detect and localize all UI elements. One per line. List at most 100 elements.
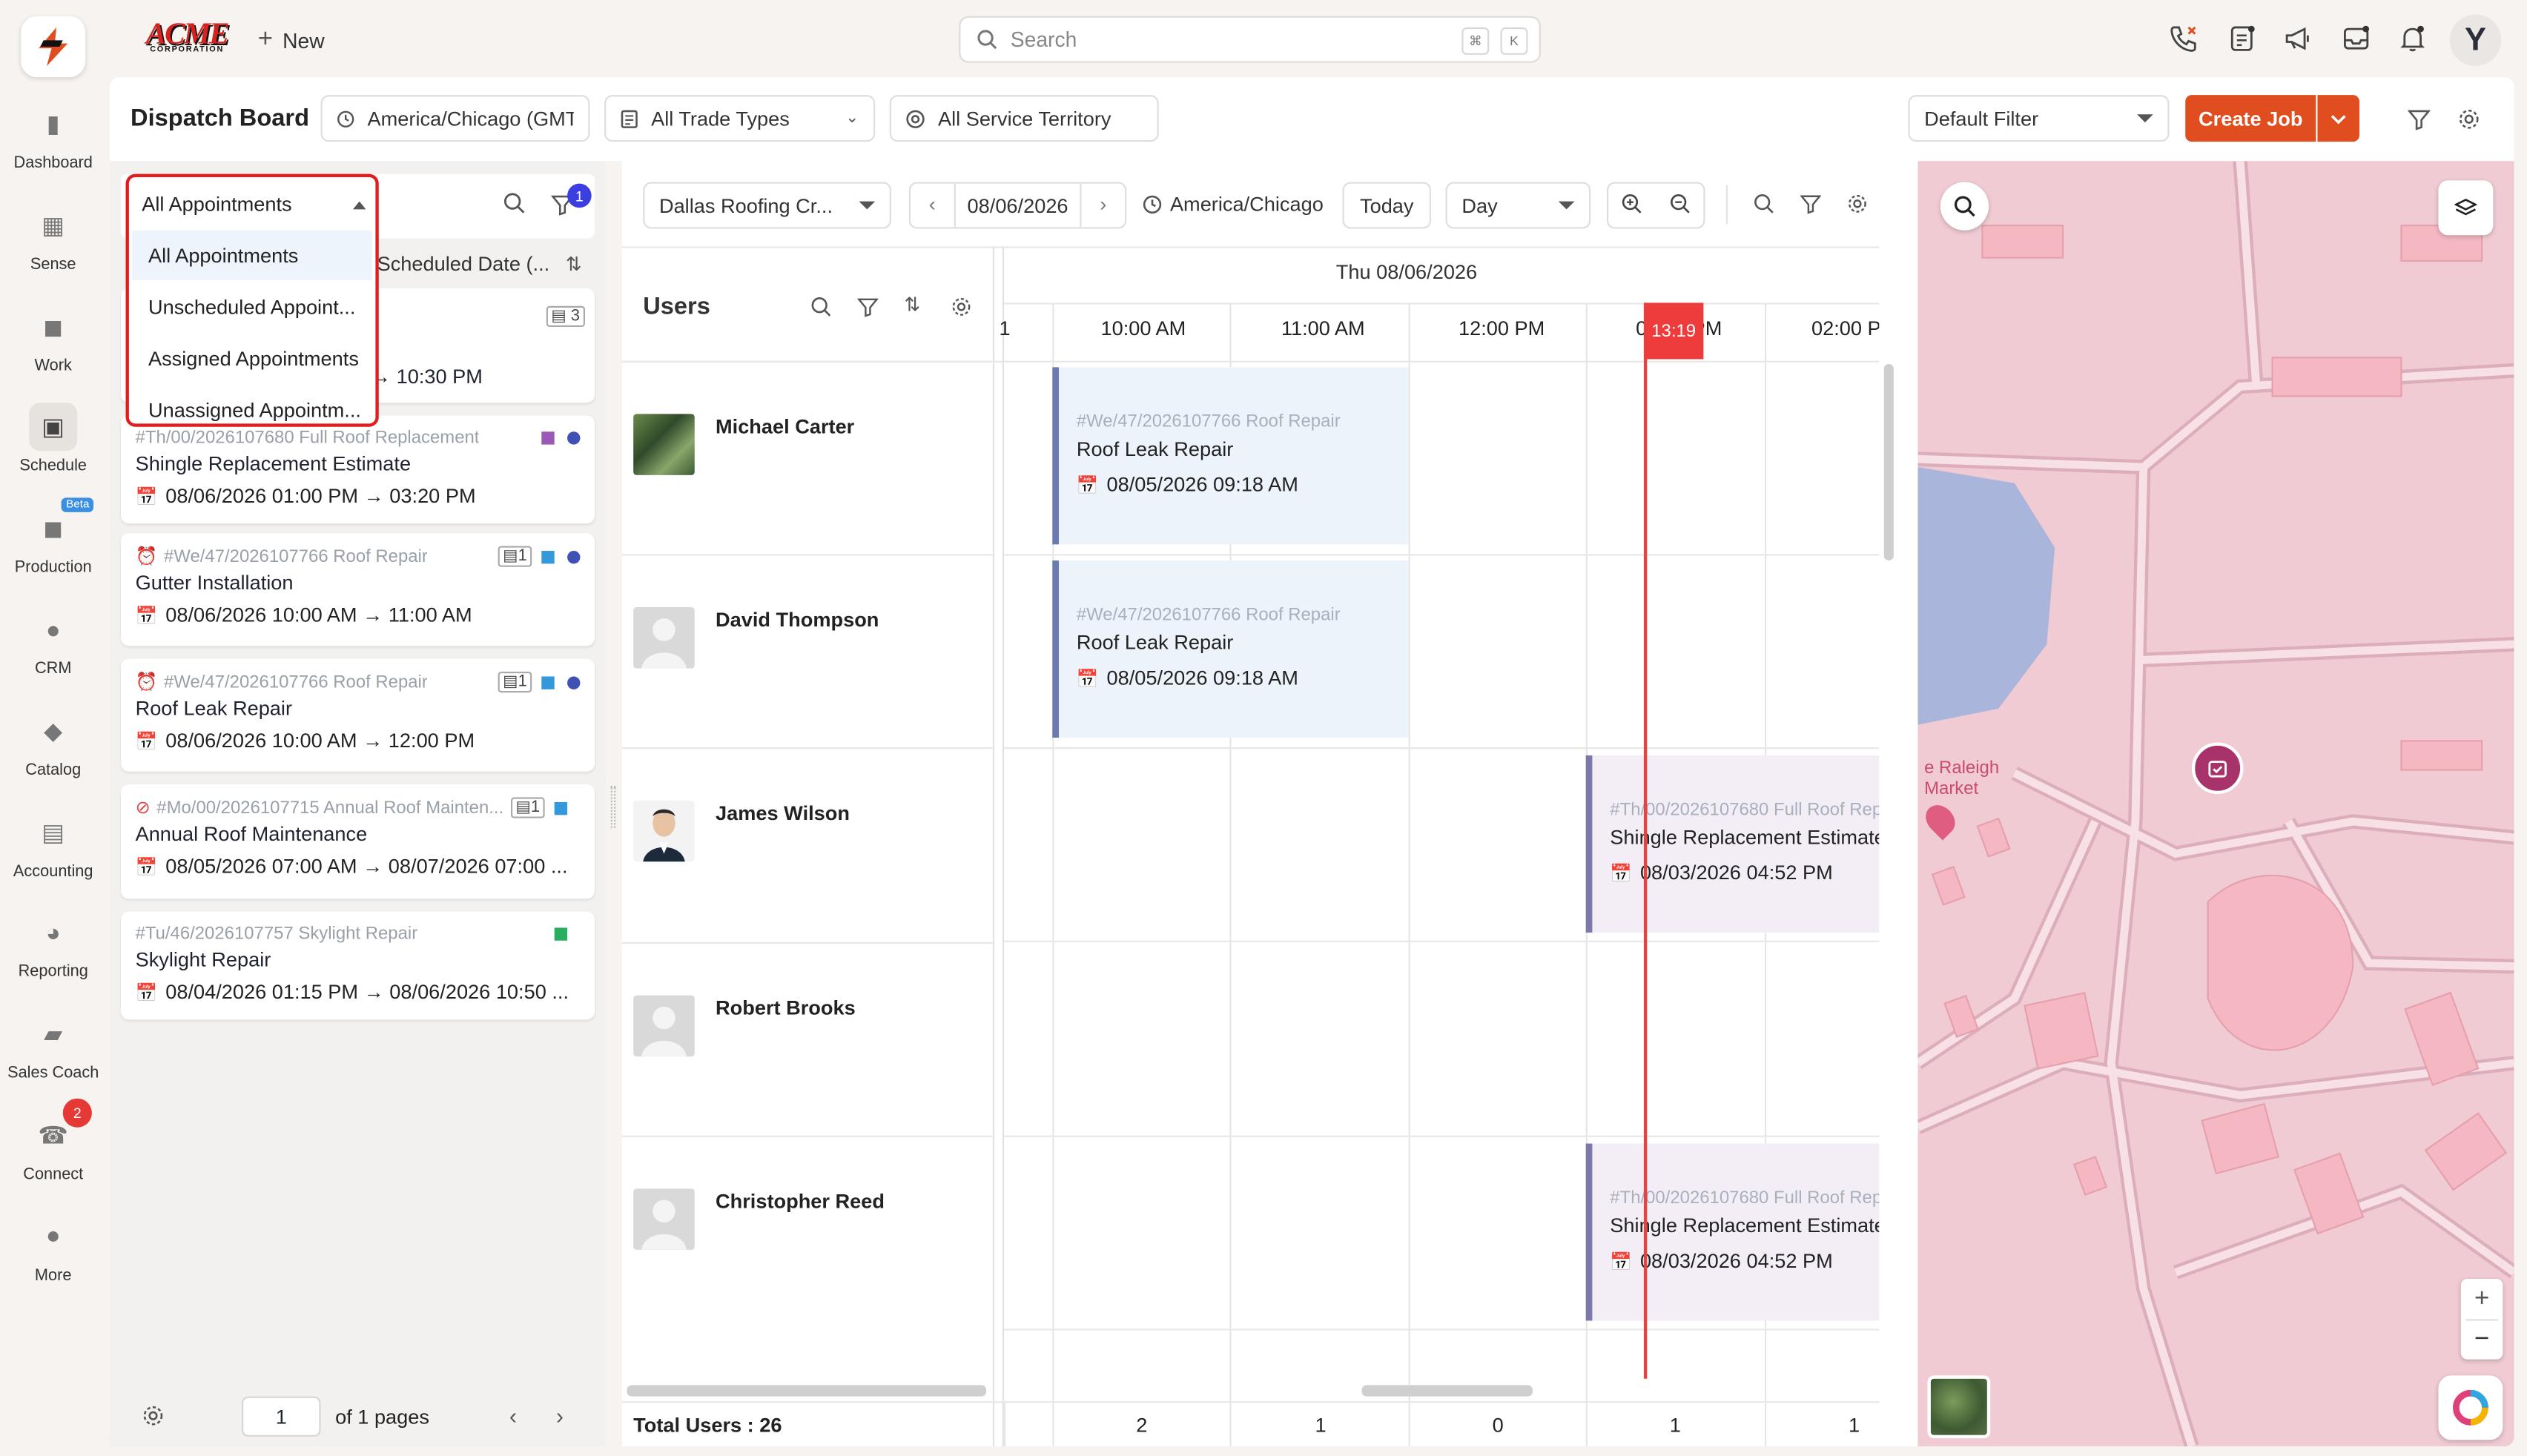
filter-icon[interactable] xyxy=(856,297,879,325)
schedule-appointment[interactable]: #Th/00/2026107680 Full Roof Rep Shingle R… xyxy=(1585,755,1880,933)
sidebar-item-crm[interactable]: ● CRM xyxy=(0,606,106,678)
prev-day-icon[interactable]: ‹ xyxy=(911,183,956,228)
default-filter-select[interactable]: Default Filter xyxy=(1908,95,2170,142)
brand-logo: ACME CORPORATION xyxy=(145,17,230,55)
map-view[interactable]: e Raleigh Market + − xyxy=(1917,161,2514,1446)
sidebar-item-work[interactable]: ◼ Work xyxy=(0,302,106,375)
clock-icon xyxy=(1143,195,1162,214)
crew-select[interactable]: Dallas Roofing Cr... xyxy=(643,182,891,229)
sidebar-item-reporting[interactable]: ◕ Reporting xyxy=(0,909,106,982)
sort-select[interactable]: Scheduled Date (... ⇅ xyxy=(377,253,593,275)
sidebar-item-schedule[interactable]: ▣ Schedule xyxy=(0,403,106,476)
splitter[interactable] xyxy=(606,161,622,1446)
sidebar-item-more[interactable]: ● More xyxy=(0,1213,106,1285)
next-day-icon[interactable]: › xyxy=(1080,183,1125,228)
tasks-icon[interactable] xyxy=(2226,22,2258,54)
phone-missed-icon[interactable] xyxy=(2167,22,2199,54)
notes-count: ▤ 3 xyxy=(546,305,585,328)
zoom-in-icon[interactable] xyxy=(1622,193,1642,219)
job-reference: #Th/00/2026107680 Full Roof Rep xyxy=(1610,800,1880,820)
user-row[interactable]: Robert Brooks xyxy=(621,942,993,1137)
megaphone-icon[interactable] xyxy=(2282,22,2314,54)
appointment-card[interactable]: #Th/00/2026107680 Full Roof Replacement S… xyxy=(121,415,595,524)
appointment-type-select[interactable]: All Appointments xyxy=(129,177,376,232)
next-page-icon[interactable]: › xyxy=(556,1403,564,1429)
job-reference: ⊘ #Mo/00/2026107715 Annual Roof Mainten..… xyxy=(135,798,504,818)
sidebar-item-connect[interactable]: ☎ Connect 2 xyxy=(0,1098,106,1184)
calendar-icon: 📅 xyxy=(1610,864,1633,884)
zoom-out-icon[interactable] xyxy=(1669,193,1690,219)
satellite-toggle[interactable] xyxy=(1927,1375,1991,1439)
app-logo[interactable] xyxy=(21,16,86,78)
hour-label: 02:00 P xyxy=(1811,317,1880,340)
map-zoom-controls: + − xyxy=(2460,1279,2503,1360)
user-row[interactable]: Christopher Reed xyxy=(621,1135,993,1331)
sidebar-item-catalog[interactable]: ◆ Catalog xyxy=(0,707,106,780)
settings-icon[interactable] xyxy=(2458,108,2480,139)
date-picker[interactable]: ‹ 08/06/2026 › xyxy=(908,182,1127,229)
filter-icon[interactable] xyxy=(1800,193,1822,222)
dropdown-option[interactable]: Unscheduled Appoint... xyxy=(148,297,355,319)
appointment-title: Gutter Installation xyxy=(135,572,294,595)
settings-icon[interactable] xyxy=(142,1404,164,1435)
schedule-timezone: America/Chicago xyxy=(1143,193,1324,216)
avatar xyxy=(633,1188,695,1250)
appointment-type-dropdown[interactable]: All Appointments All Appointments Unsched… xyxy=(125,173,379,427)
notes-count: ▤1 xyxy=(510,797,545,818)
horizontal-scrollbar[interactable] xyxy=(1361,1385,1533,1397)
hour-label: 1 xyxy=(999,317,1011,340)
appointment-card[interactable]: ⏰ #We/47/2026107766 Roof Repair ▤1 Gutter I… xyxy=(121,533,595,646)
settings-icon[interactable] xyxy=(951,297,971,325)
user-avatar[interactable]: Y xyxy=(2449,14,2502,67)
dropdown-option[interactable]: Unassigned Appointm... xyxy=(148,400,361,422)
bell-icon[interactable] xyxy=(2396,22,2428,54)
search-icon[interactable] xyxy=(810,297,831,325)
sidebar-item-sense[interactable]: ▦ Sense xyxy=(0,201,106,274)
caret-down-icon xyxy=(2137,114,2153,123)
dropdown-option[interactable]: Assigned Appointments xyxy=(148,348,359,370)
divider xyxy=(992,246,995,1446)
dropdown-option[interactable]: All Appointments xyxy=(148,245,298,267)
timezone-select[interactable]: America/Chicago (GMT... xyxy=(320,95,590,142)
new-button[interactable]: + New xyxy=(258,26,325,55)
filter-icon[interactable] xyxy=(2407,108,2431,139)
search-icon[interactable] xyxy=(1754,193,1774,222)
appointment-card[interactable]: ⊘ #Mo/00/2026107715 Annual Roof Mainten..… xyxy=(121,784,595,899)
map-search-button[interactable] xyxy=(1940,182,1989,231)
territory-select[interactable]: All Service Territory xyxy=(889,95,1159,142)
sort-icon[interactable]: ⇅ xyxy=(904,293,920,315)
schedule-appointment[interactable]: #We/47/2026107766 Roof Repair Roof Leak R… xyxy=(1052,367,1409,545)
tag-icon: ◆ xyxy=(44,718,63,746)
assistant-button[interactable] xyxy=(2438,1375,2503,1440)
search-input[interactable]: Search ⌘ K xyxy=(959,16,1541,63)
user-row[interactable]: David Thompson xyxy=(621,554,993,749)
map-layers-button[interactable] xyxy=(2438,180,2494,236)
trade-types-select[interactable]: All Trade Types ⌄ xyxy=(604,95,876,142)
vertical-scrollbar[interactable] xyxy=(1883,364,1894,561)
user-row[interactable]: James Wilson xyxy=(621,747,993,942)
appointment-map-pin[interactable] xyxy=(2191,742,2244,795)
schedule-appointment[interactable]: #We/47/2026107766 Roof Repair Roof Leak R… xyxy=(1052,560,1409,738)
appointment-card[interactable]: ⏰ #We/47/2026107766 Roof Repair ▤1 Roof Lea… xyxy=(121,658,595,772)
zoom-out-icon[interactable]: − xyxy=(2474,1320,2489,1358)
schedule-appointment[interactable]: #Th/00/2026107680 Full Roof Rep Shingle R… xyxy=(1585,1143,1880,1321)
zoom-in-icon[interactable]: + xyxy=(2474,1280,2489,1318)
sidebar-item-production[interactable]: ◼ Production Beta xyxy=(0,497,106,577)
calendar-icon: 📅 xyxy=(135,857,158,877)
prev-page-icon[interactable]: ‹ xyxy=(509,1403,517,1429)
create-job-menu-button[interactable] xyxy=(2317,95,2359,142)
view-select[interactable]: Day xyxy=(1445,182,1591,229)
settings-icon[interactable] xyxy=(1847,193,1868,222)
sidebar-item-accounting[interactable]: ▤ Accounting xyxy=(0,808,106,881)
horizontal-scrollbar[interactable] xyxy=(627,1385,987,1397)
appointment-card[interactable]: #Tu/46/2026107757 Skylight Repair Skyligh… xyxy=(121,911,595,1020)
page-input[interactable]: 1 xyxy=(242,1396,321,1437)
job-reference: #Th/00/2026107680 Full Roof Rep xyxy=(1610,1188,1880,1208)
search-icon[interactable] xyxy=(503,192,525,222)
inbox-icon[interactable] xyxy=(2340,22,2372,54)
sidebar-item-sales-coach[interactable]: ▰ Sales Coach xyxy=(0,1010,106,1083)
user-row[interactable]: Michael Carter xyxy=(621,360,993,556)
sidebar-item-dashboard[interactable]: ▮ Dashboard xyxy=(0,100,106,173)
create-job-button[interactable]: Create Job xyxy=(2185,95,2316,142)
today-button[interactable]: Today xyxy=(1342,182,1432,229)
